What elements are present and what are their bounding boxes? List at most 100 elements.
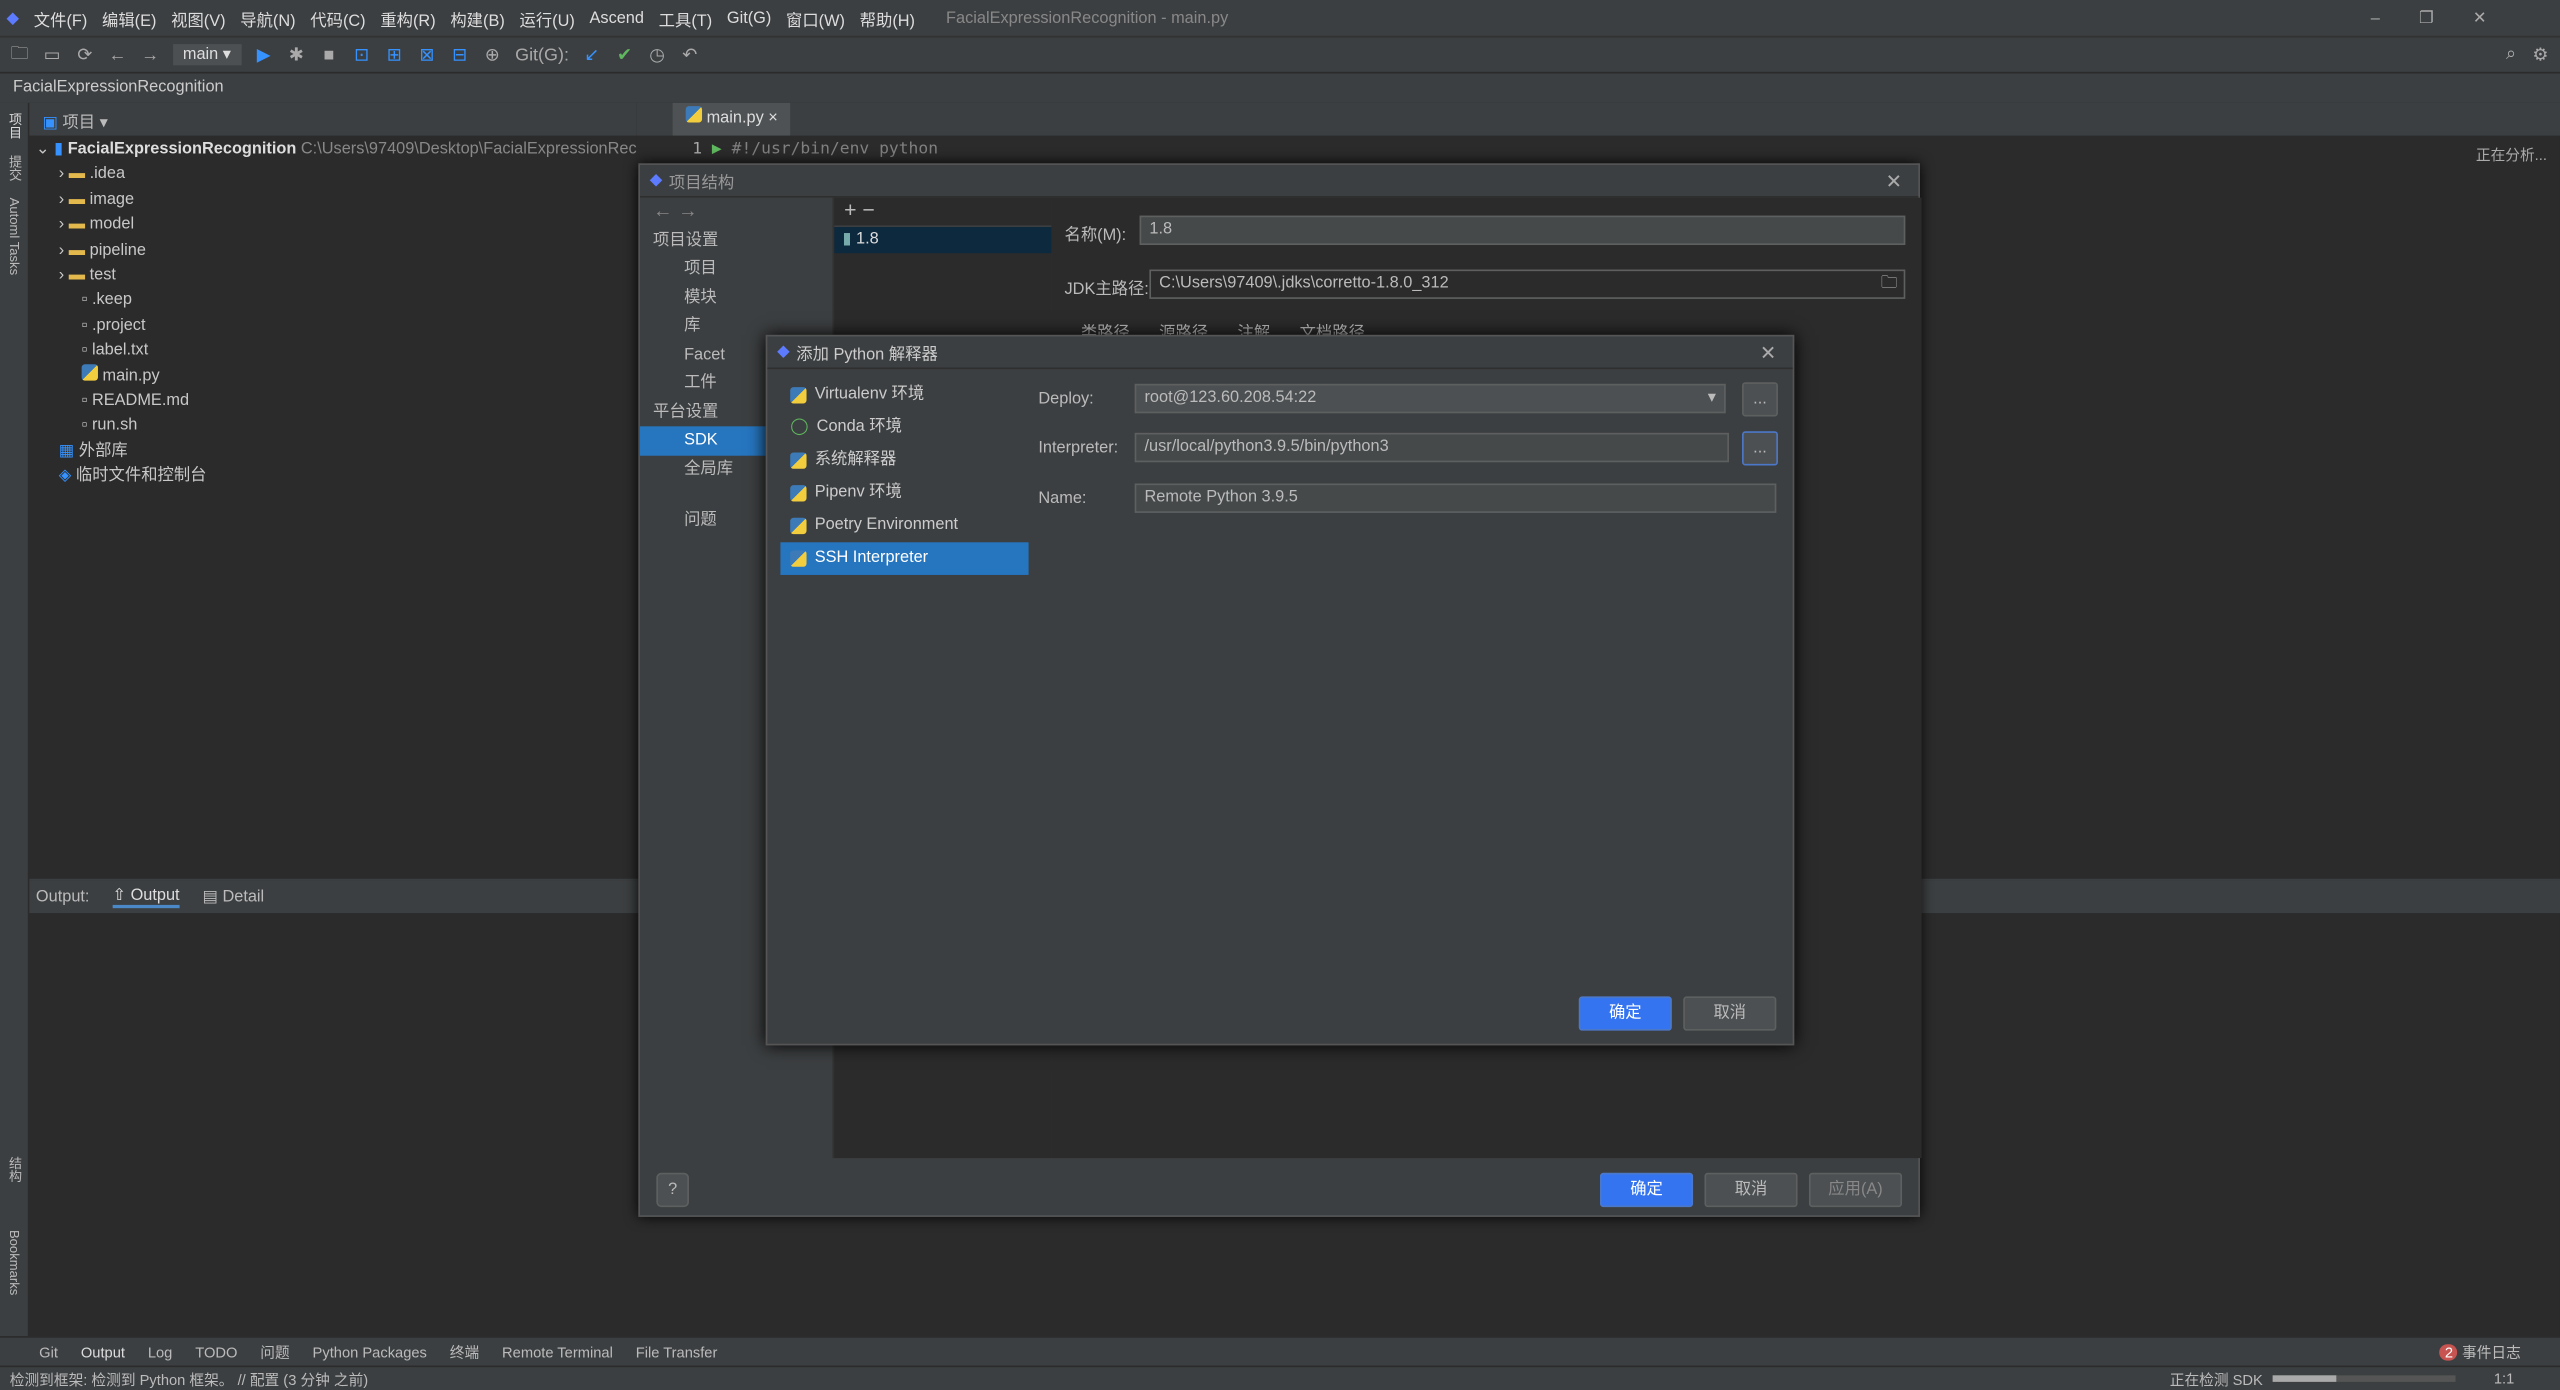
git-rollback-icon[interactable]: ↶ [680, 44, 700, 66]
toolwin-python-packages[interactable]: Python Packages [313, 1343, 427, 1359]
cancel-button[interactable]: 取消 [1683, 996, 1777, 1031]
tree-external-libs[interactable]: ▦ 外部库 [29, 439, 636, 464]
nav-back-forward[interactable]: ← → [640, 198, 833, 227]
run-config-select[interactable]: main ▾ [173, 44, 241, 66]
sync-icon[interactable]: ⟳ [75, 44, 95, 66]
type-poetry[interactable]: Poetry Environment [780, 510, 1028, 543]
menu-view[interactable]: 视图(V) [171, 6, 225, 30]
toolwin-remote-terminal[interactable]: Remote Terminal [502, 1343, 613, 1359]
toolwin-log[interactable]: Log [148, 1343, 173, 1359]
nav-item[interactable]: 项目 [640, 255, 833, 284]
deploy-browse-button[interactable]: ... [1742, 382, 1778, 417]
remove-icon[interactable]: − [862, 198, 874, 223]
forward-icon[interactable]: → [140, 45, 160, 65]
folder-icon[interactable]: 🗀 [1881, 271, 1897, 297]
window-controls[interactable]: –❐✕ [2371, 9, 2526, 27]
toolwin-terminal[interactable]: 终端 [450, 1341, 479, 1362]
interpreter-name-input[interactable]: Remote Python 3.9.5 [1134, 483, 1777, 513]
git-commit-icon[interactable]: ✔ [615, 44, 635, 66]
back-icon[interactable]: ← [108, 45, 128, 65]
tree-folder[interactable]: › ▬ .idea [29, 162, 636, 187]
menu-window[interactable]: 窗口(W) [786, 6, 845, 30]
tool-icon[interactable]: ⊠ [417, 44, 437, 66]
apply-button[interactable]: 应用(A) [1808, 1172, 1903, 1208]
sdk-name-input[interactable]: 1.8 [1139, 215, 1906, 246]
project-view-select[interactable]: ▣ 项目 ▾ [42, 107, 107, 132]
tree-scratches[interactable]: ◈ 临时文件和控制台 [29, 464, 636, 489]
stop-icon[interactable]: ■ [319, 45, 339, 65]
ok-button[interactable]: 确定 [1578, 996, 1672, 1031]
stripe-commit[interactable]: 提交 [7, 155, 25, 181]
menu-file[interactable]: 文件(F) [34, 6, 88, 30]
toolwin-file-transfer[interactable]: File Transfer [636, 1343, 718, 1359]
save-icon[interactable]: ▭ [42, 44, 62, 66]
tree-file[interactable]: ▫ README.md [29, 389, 636, 414]
add-icon[interactable]: + [844, 198, 856, 223]
tree-root[interactable]: ⌄ ▮ FacialExpressionRecognition C:\Users… [29, 137, 668, 162]
toolwin-todo[interactable]: TODO [195, 1343, 237, 1359]
menu-help[interactable]: 帮助(H) [860, 6, 915, 30]
tree-folder[interactable]: › ▬ test [29, 263, 636, 288]
open-icon[interactable]: 🗀 [10, 39, 30, 70]
toolwin-output[interactable]: Output [81, 1343, 125, 1359]
caret-position[interactable]: 1:1 [2494, 1370, 2514, 1386]
tool-icon[interactable]: ⊡ [352, 44, 372, 66]
breadcrumb-project[interactable]: FacialExpressionRecognition [13, 78, 224, 96]
type-conda[interactable]: ◯ Conda 环境 [780, 412, 1028, 445]
tree-file[interactable]: ▫ .project [29, 313, 636, 338]
tree-folder[interactable]: › ▬ model [29, 213, 636, 238]
type-system[interactable]: 系统解释器 [780, 444, 1028, 477]
tree-file[interactable]: main.py [29, 363, 636, 388]
tab-output[interactable]: ⇧ Output [112, 886, 180, 908]
type-ssh[interactable]: SSH Interpreter [780, 542, 1029, 575]
deploy-select[interactable]: root@123.60.208.54:22 ▾ [1134, 383, 1726, 414]
menu-tools[interactable]: 工具(T) [659, 6, 713, 30]
toolwin-git[interactable]: Git [39, 1343, 58, 1359]
stripe-project[interactable]: 项目 [7, 113, 25, 139]
git-update-icon[interactable]: ↙ [582, 44, 602, 66]
tree-folder[interactable]: › ▬ image [29, 187, 636, 212]
menu-navigate[interactable]: 导航(N) [240, 6, 295, 30]
interpreter-path-input[interactable]: /usr/local/python3.9.5/bin/python3 [1134, 432, 1729, 463]
search-icon[interactable]: ⊕ [482, 44, 502, 66]
status-message[interactable]: 检测到框架: 检测到 Python 框架。 // 配置 (3 分钟 之前) [10, 1368, 368, 1389]
tree-folder[interactable]: › ▬ pipeline [29, 238, 636, 263]
sdk-list-item[interactable]: ▮ 1.8 [834, 227, 1052, 254]
tab-main-py[interactable]: main.py × [672, 102, 791, 136]
close-icon[interactable]: ✕ [1760, 341, 1776, 364]
git-history-icon[interactable]: ◷ [647, 44, 667, 66]
ok-button[interactable]: 确定 [1599, 1172, 1694, 1208]
tool-icon[interactable]: ⊞ [384, 44, 404, 66]
debug-icon[interactable]: ✱ [287, 44, 307, 66]
nav-item[interactable]: 模块 [640, 283, 833, 312]
help-button[interactable]: ? [656, 1172, 689, 1208]
tab-detail[interactable]: ▤ Detail [202, 888, 264, 906]
menu-edit[interactable]: 编辑(E) [102, 6, 156, 30]
event-log[interactable]: 2 事件日志 [2439, 1341, 2521, 1362]
menu-ascend[interactable]: Ascend [590, 9, 644, 27]
tool-icon[interactable]: ⊟ [450, 44, 470, 66]
menu-build[interactable]: 构建(B) [450, 6, 504, 30]
tree-file[interactable]: ▫ label.txt [29, 338, 636, 363]
stripe-structure[interactable]: 结构 [7, 1156, 25, 1182]
type-pipenv[interactable]: Pipenv 环境 [780, 477, 1028, 510]
toolwin-problems[interactable]: 问题 [260, 1341, 289, 1362]
cancel-button[interactable]: 取消 [1704, 1172, 1798, 1208]
settings-icon[interactable]: ⚙ [2531, 44, 2551, 66]
stripe-bookmarks[interactable]: Bookmarks [7, 1230, 22, 1295]
run-icon[interactable]: ▶ [254, 44, 274, 66]
close-icon[interactable]: ✕ [1886, 170, 1902, 193]
code-line[interactable]: #!/usr/bin/env python [732, 140, 938, 158]
menu-refactor[interactable]: 重构(R) [380, 6, 435, 30]
interpreter-browse-button[interactable]: ... [1742, 431, 1778, 466]
search-everywhere-icon[interactable]: ⌕ [2501, 44, 2521, 65]
type-virtualenv[interactable]: Virtualenv 环境 [780, 379, 1028, 412]
name-label: Name: [1038, 490, 1087, 508]
menu-run[interactable]: 运行(U) [519, 6, 574, 30]
jdk-path-input[interactable]: C:\Users\97409\.jdks\corretto-1.8.0_312 🗀 [1149, 269, 1906, 299]
menu-code[interactable]: 代码(C) [310, 6, 365, 30]
stripe-automl[interactable]: Automl Tasks [7, 198, 22, 275]
tree-file[interactable]: ▫ run.sh [29, 414, 636, 439]
menu-git[interactable]: Git(G) [727, 9, 771, 27]
tree-file[interactable]: ▫ .keep [29, 288, 636, 313]
